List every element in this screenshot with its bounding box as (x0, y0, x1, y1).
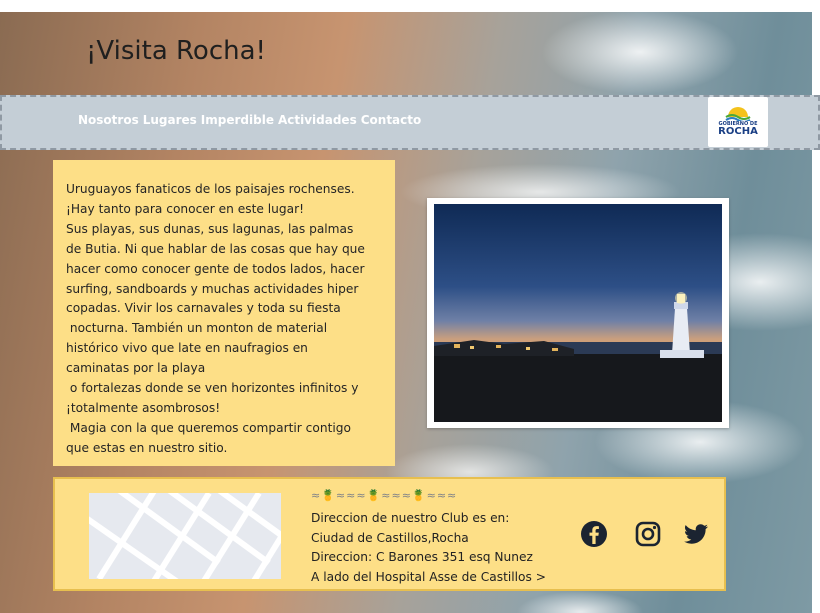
intro-line: ¡totalmente asombrosos! (66, 400, 221, 415)
intro-line: hacer como conocer gente de todos lados,… (66, 261, 365, 276)
nav-link-lugares[interactable]: Lugares (143, 113, 197, 127)
facebook-icon[interactable] (579, 519, 609, 549)
nav-link-nosotros[interactable]: Nosotros (78, 113, 139, 127)
intro-line: que estas en nuestro sitio. (66, 440, 228, 455)
twitter-icon[interactable] (681, 519, 711, 549)
map-streets (89, 493, 281, 579)
intro-line: de Butia. Ni que hablar de las cosas que… (66, 241, 365, 256)
navbar: Nosotros Lugares Imperdible Actividades … (0, 95, 820, 150)
nav-link-imperdible[interactable]: Imperdible (201, 113, 274, 127)
address-line: Ciudad de Castillos,Rocha (311, 531, 469, 545)
address-line: Direccion de nuestro Club es en: (311, 511, 510, 525)
intro-card: Uruguayos fanaticos de los paisajes roch… (53, 160, 395, 466)
address-line: Direccion: C Barones 351 esq Nunez (311, 550, 533, 564)
page-scrollbar-gutter (812, 0, 820, 613)
intro-line: histórico vivo que late en naufragios en (66, 341, 308, 356)
lighthouse-image (434, 204, 722, 422)
footer: ≈🍍≈≈≈🍍≈≈≈🍍≈≈≈ Direccion de nuestro Club … (53, 477, 726, 591)
address-link[interactable]: A lado del Hospital Asse de Castillos > (311, 570, 546, 584)
intro-line: copadas. Vivir los carnavales y toda su … (66, 301, 341, 316)
instagram-icon[interactable] (633, 519, 663, 549)
intro-line: nocturna. También un monton de material (66, 321, 328, 336)
intro-line: surfing, sandboards y muchas actividades… (66, 281, 359, 296)
intro-line: ¡Hay tanto para conocer en este lugar! (66, 201, 304, 216)
intro-line: o fortalezas donde se ven horizontes inf… (66, 381, 359, 396)
pineapple-wave-decoration: ≈🍍≈≈≈🍍≈≈≈🍍≈≈≈ (311, 489, 458, 502)
logo-title: ROCHA (718, 126, 758, 137)
nav-link-contacto[interactable]: Contacto (361, 113, 422, 127)
sun-wave-icon (725, 107, 751, 121)
rocha-logo[interactable]: GOBIERNO DE ROCHA (708, 97, 768, 147)
intro-line: Magia con la que queremos compartir cont… (66, 420, 351, 435)
intro-line: caminatas por la playa (66, 361, 206, 376)
page-title: ¡Visita Rocha! (86, 36, 266, 66)
intro-line: Sus playas, sus dunas, sus lagunas, las … (66, 221, 354, 236)
intro-line: Uruguayos fanaticos de los paisajes roch… (66, 182, 355, 196)
nav-links: Nosotros Lugares Imperdible Actividades … (78, 113, 421, 127)
lighthouse-photo (427, 198, 729, 428)
nav-link-actividades[interactable]: Actividades (278, 113, 357, 127)
location-map[interactable] (89, 493, 281, 579)
